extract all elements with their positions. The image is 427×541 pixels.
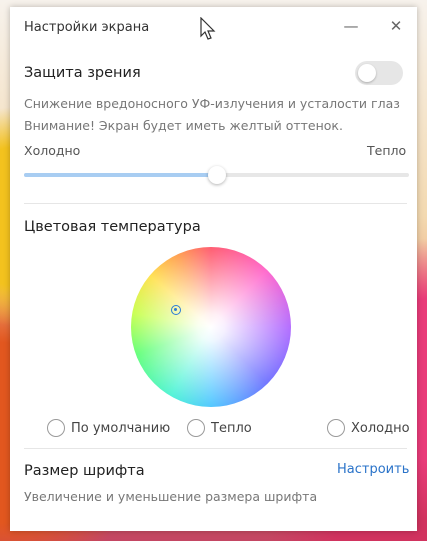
toggle-knob [358,64,376,82]
slider-thumb[interactable] [207,166,226,184]
slider-left-label: Холодно [24,143,81,158]
radio-cold-label: Холодно [351,420,410,436]
slider-right-label: Тепло [367,143,407,158]
radio-warm[interactable]: Тепло [187,419,252,437]
radio-default[interactable]: По умолчанию [47,419,170,437]
slider-fill [24,173,217,177]
radio-circle-icon [47,419,65,437]
warmth-slider[interactable] [24,166,409,184]
radio-circle-icon [187,419,205,437]
radio-default-label: По умолчанию [71,420,171,436]
display-settings-window: Настройки экрана — ✕ Защита зрения Сниже… [10,7,417,531]
minimize-icon[interactable]: — [340,15,362,37]
mouse-cursor-icon [200,17,216,40]
font-size-description: Увеличение и уменьшение размера шрифта [24,489,318,504]
radio-circle-icon [327,419,345,437]
color-wheel-marker[interactable] [171,305,181,315]
window-title: Настройки экрана [24,20,150,35]
color-temperature-title: Цветовая температура [24,219,201,235]
font-size-configure-link[interactable]: Настроить [337,462,409,477]
color-wheel[interactable] [131,247,291,407]
divider [24,203,407,204]
eye-protection-description-1: Снижение вредоносного УФ-излучения и уст… [24,96,400,111]
eye-protection-title: Защита зрения [24,65,141,81]
font-size-title: Размер шрифта [24,463,145,479]
close-icon[interactable]: ✕ [385,15,407,37]
radio-cold[interactable]: Холодно [327,419,410,437]
radio-warm-label: Тепло [211,420,252,436]
eye-protection-toggle[interactable] [355,61,403,85]
eye-protection-description-2: Внимание! Экран будет иметь желтый оттен… [24,118,343,133]
divider [24,448,407,449]
